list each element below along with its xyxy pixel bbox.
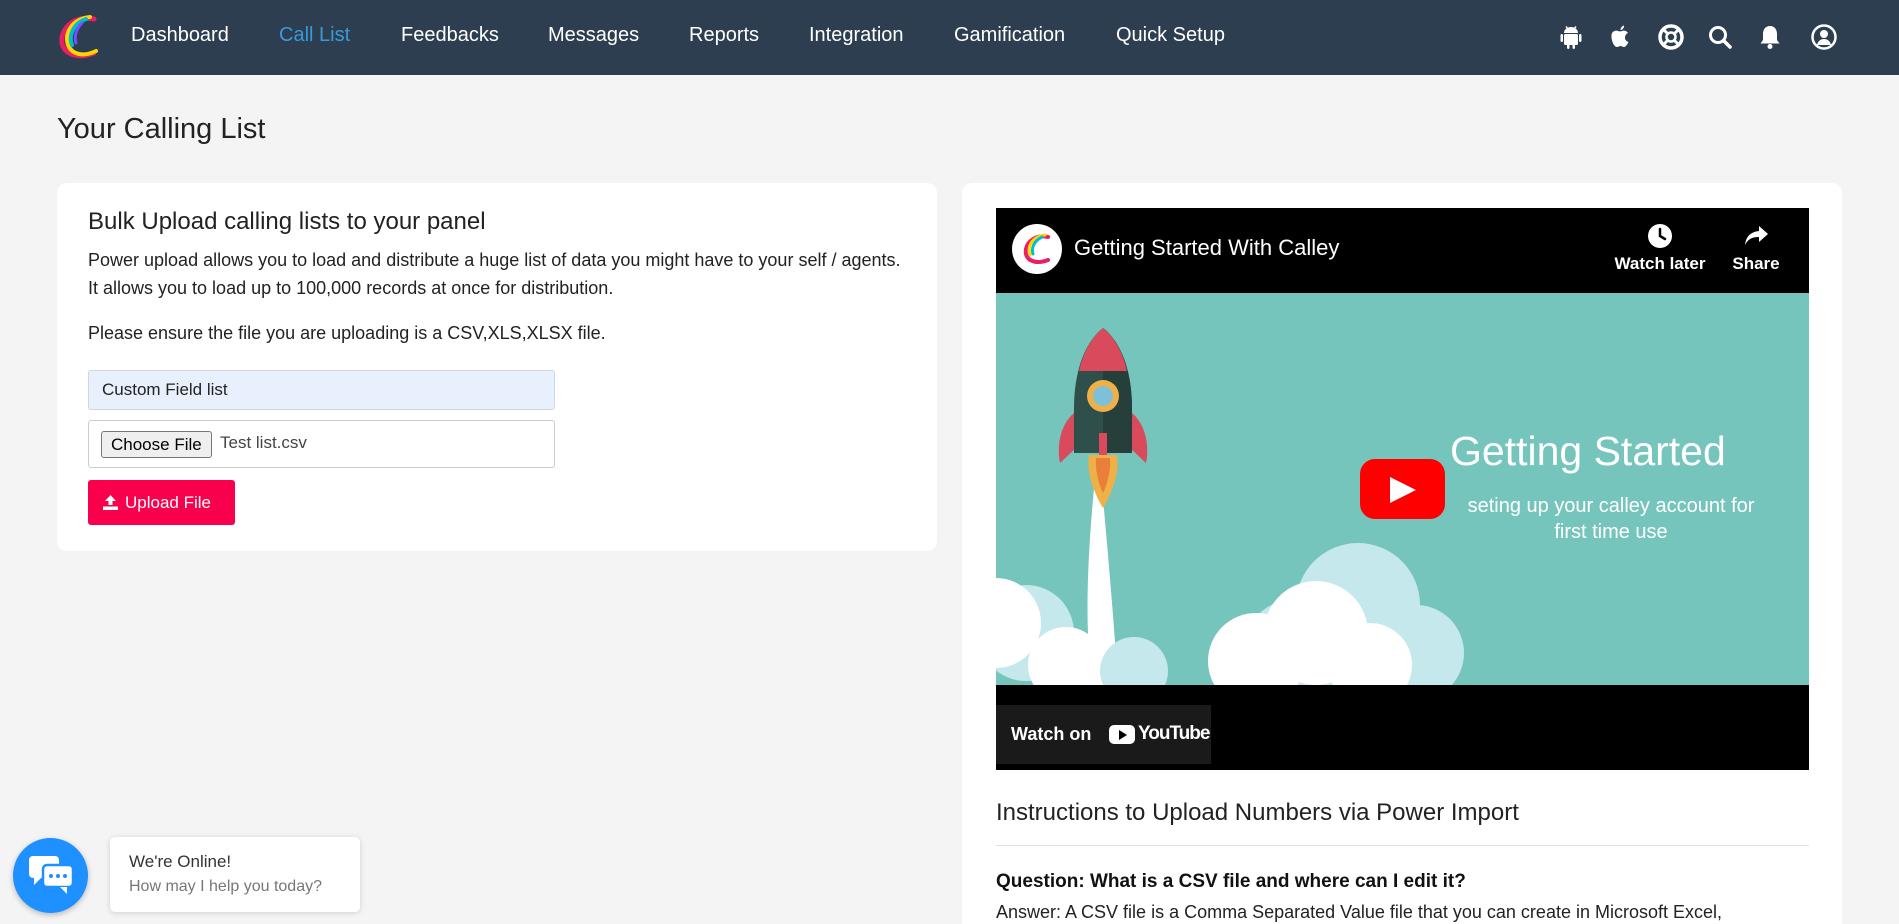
youtube-embed[interactable]: Getting Started With Calley Watch later … xyxy=(996,208,1809,770)
user-icon[interactable] xyxy=(1810,23,1838,51)
instructions-title: Instructions to Upload Numbers via Power… xyxy=(996,799,1519,826)
top-navbar: Dashboard Call List Feedbacks Messages R… xyxy=(0,0,1899,75)
share-label: Share xyxy=(1732,254,1780,273)
upload-card-description: Power upload allows you to load and dist… xyxy=(88,250,901,298)
nav-quick-setup[interactable]: Quick Setup xyxy=(1116,24,1225,47)
chat-greeting-popup[interactable]: We're Online! How may I help you today? xyxy=(110,837,360,912)
clock-icon xyxy=(1648,224,1672,248)
watch-later-label: Watch later xyxy=(1614,254,1706,273)
share-button[interactable]: Share xyxy=(1724,222,1788,274)
channel-avatar[interactable] xyxy=(1012,224,1062,274)
upload-card-heading: Bulk Upload calling lists to your panel xyxy=(88,208,486,235)
upload-icon xyxy=(103,495,118,510)
calley-logo[interactable] xyxy=(54,11,106,63)
nav-dashboard[interactable]: Dashboard xyxy=(131,24,229,47)
apple-icon[interactable] xyxy=(1606,23,1634,51)
instructions-divider xyxy=(996,845,1809,846)
thumbnail-subtitle: seting up your calley account for first … xyxy=(1467,495,1755,543)
file-input[interactable]: Choose File Test list.csv xyxy=(88,420,555,468)
custom-field-select[interactable]: Custom Field list xyxy=(88,370,555,410)
video-footer: Watch on YouTube xyxy=(996,685,1809,770)
play-icon xyxy=(1390,477,1416,503)
file-type-note: Please ensure the file you are uploading… xyxy=(88,323,606,343)
nav-call-list[interactable]: Call List xyxy=(279,24,350,47)
chat-icon xyxy=(29,856,73,894)
youtube-wordmark: YouTube xyxy=(1138,723,1210,744)
page-title: Your Calling List xyxy=(57,113,266,145)
thumbnail-headline: Getting Started xyxy=(1450,428,1726,474)
watch-on-label: Watch on xyxy=(1011,724,1092,744)
help-icon[interactable] xyxy=(1657,23,1685,51)
chat-prompt: How may I help you today? xyxy=(129,878,322,895)
bell-icon[interactable] xyxy=(1756,23,1784,51)
youtube-logo-icon xyxy=(1109,725,1135,744)
nav-messages[interactable]: Messages xyxy=(548,24,639,47)
nav-gamification[interactable]: Gamification xyxy=(954,24,1065,47)
upload-file-button[interactable]: Upload File xyxy=(88,480,235,525)
chat-status: We're Online! xyxy=(129,852,232,871)
video-thumbnail[interactable]: Getting Started seting up your calley ac… xyxy=(996,293,1809,685)
video-title[interactable]: Getting Started With Calley xyxy=(1074,235,1339,261)
nav-integration[interactable]: Integration xyxy=(809,24,904,47)
faq-question: Question: What is a CSV file and where c… xyxy=(996,871,1466,892)
share-icon xyxy=(1745,226,1768,245)
selected-file-name: Test list.csv xyxy=(220,433,307,452)
search-icon[interactable] xyxy=(1706,23,1734,51)
nav-reports[interactable]: Reports xyxy=(689,24,759,47)
bulk-upload-card: Bulk Upload calling lists to your panel … xyxy=(57,183,937,551)
nav-feedbacks[interactable]: Feedbacks xyxy=(401,24,499,47)
upload-button-label: Upload File xyxy=(125,493,211,512)
watch-later-button[interactable]: Watch later xyxy=(1612,222,1708,274)
instructions-card: Getting Started With Calley Watch later … xyxy=(962,183,1842,924)
faq-answer: Answer: A CSV file is a Comma Separated … xyxy=(996,902,1723,922)
chat-launcher-button[interactable] xyxy=(13,838,88,913)
play-button[interactable] xyxy=(1360,459,1445,519)
android-icon[interactable] xyxy=(1557,23,1585,51)
watch-on-youtube-button[interactable]: Watch on YouTube xyxy=(996,705,1211,764)
video-header: Getting Started With Calley Watch later … xyxy=(996,208,1809,293)
choose-file-button[interactable]: Choose File xyxy=(101,431,212,458)
